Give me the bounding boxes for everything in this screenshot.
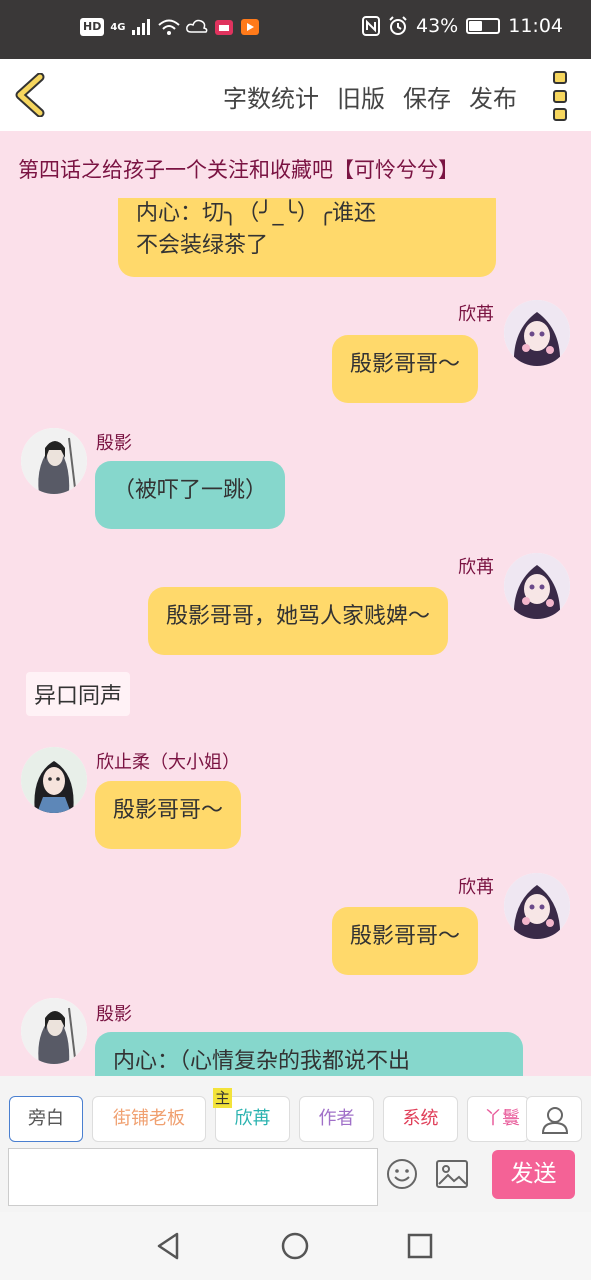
signal-icon <box>131 19 150 35</box>
character-manager-button[interactable] <box>526 1096 582 1142</box>
chat-area[interactable]: 内心：切╮（╯_╰）╭谁还 不会装绿茶了 欣苒 殷影哥哥～ 殷影 （被吓了一跳）… <box>0 198 591 1076</box>
avatar-xinzhirou[interactable] <box>21 747 87 813</box>
home-nav-icon[interactable] <box>279 1230 311 1262</box>
message-text: 内心：切╮（╯_╰）╭谁还 <box>136 201 376 226</box>
speaker-name: 欣止柔（大小姐） <box>96 752 240 773</box>
speaker-name: 欣苒 <box>458 877 494 898</box>
navigation-bar <box>0 1212 591 1280</box>
role-shop-owner[interactable]: 街铺老板 <box>92 1096 206 1142</box>
video-app-icon <box>240 19 259 35</box>
battery-icon <box>466 18 501 34</box>
message-bubble: 内心：（心情复杂的我都说不出 <box>95 1032 523 1076</box>
send-button[interactable]: 发送 <box>492 1150 575 1199</box>
alarm-icon <box>389 16 407 35</box>
avatar-xinran[interactable] <box>504 300 570 366</box>
message-text: 殷影哥哥～ <box>350 924 461 949</box>
wifi-icon <box>157 19 180 35</box>
speaker-name: 殷影 <box>96 1004 132 1025</box>
nfc-icon <box>362 16 380 36</box>
chapter-title: 第四话之给孩子一个关注和收藏吧【可怜兮兮】 <box>18 158 459 182</box>
avatar-xinran[interactable] <box>504 873 570 939</box>
hd-indicator: HD <box>80 18 105 36</box>
message-input[interactable] <box>8 1148 378 1206</box>
role-xinran[interactable]: 主 欣苒 <box>213 1088 290 1142</box>
status-bar: HD 4G 43% 11:04 <box>0 0 591 59</box>
recents-nav-icon[interactable] <box>404 1230 436 1262</box>
speaker-name: 欣苒 <box>458 557 494 578</box>
speaker-name: 殷影 <box>96 433 132 454</box>
main-character-badge: 主 <box>213 1088 233 1108</box>
message-bubble: 殷影哥哥，她骂人家贱婢～ <box>148 587 449 655</box>
message-text: 殷影哥哥～ <box>350 352 461 377</box>
narration-text: 异口同声 <box>26 672 131 716</box>
speaker-name: 欣苒 <box>458 304 494 325</box>
status-left: HD 4G <box>80 18 260 36</box>
avatar-yinying[interactable] <box>21 428 87 494</box>
toolbar-actions: 字数统计 旧版 保存 发布 <box>223 79 517 114</box>
role-system[interactable]: 系统 <box>383 1096 458 1142</box>
person-icon <box>541 1107 569 1134</box>
message-bubble: 殷影哥哥～ <box>332 335 479 403</box>
emoji-icon[interactable] <box>386 1158 418 1190</box>
status-right: 43% 11:04 <box>362 15 563 37</box>
message-text: 殷影哥哥，她骂人家贱婢～ <box>166 604 431 629</box>
image-icon[interactable] <box>436 1160 468 1188</box>
message-text: 不会装绿茶了 <box>136 233 269 258</box>
old-version-button[interactable]: 旧版 <box>337 79 385 114</box>
message-bubble: （被吓了一跳） <box>95 461 286 529</box>
role-label: 欣苒 <box>234 1108 271 1129</box>
message-bubble: 殷影哥哥～ <box>332 907 479 975</box>
save-button[interactable]: 保存 <box>403 79 451 114</box>
avatar-yinying[interactable] <box>21 998 87 1064</box>
composer: 旁白 街铺老板 主 欣苒 作者 系统 丫鬟 发送 <box>0 1076 591 1212</box>
publish-button[interactable]: 发布 <box>469 79 517 114</box>
message-bubble: 内心：切╮（╯_╰）╭谁还 不会装绿茶了 <box>118 198 496 277</box>
cloud-icon <box>185 19 207 33</box>
message-text: 内心：（心情复杂的我都说不出 <box>113 1049 411 1074</box>
back-nav-icon[interactable] <box>153 1230 185 1262</box>
message-text: 殷影哥哥～ <box>113 798 224 823</box>
role-maid[interactable]: 丫鬟 <box>467 1096 529 1142</box>
message-text: （被吓了一跳） <box>113 478 268 503</box>
network-type: 4G <box>110 21 126 33</box>
word-count-button[interactable]: 字数统计 <box>223 79 319 114</box>
battery-percent: 43% <box>416 15 459 37</box>
role-author[interactable]: 作者 <box>299 1096 374 1142</box>
back-chevron-icon[interactable] <box>12 73 52 117</box>
more-menu-icon[interactable] <box>551 71 569 121</box>
role-narrator[interactable]: 旁白 <box>9 1096 83 1142</box>
role-selector: 旁白 街铺老板 主 欣苒 作者 系统 丫鬟 <box>0 1088 591 1142</box>
avatar-xinran[interactable] <box>504 553 570 619</box>
app-notification-icon <box>214 20 233 35</box>
message-bubble: 殷影哥哥～ <box>95 781 242 849</box>
top-toolbar: 字数统计 旧版 保存 发布 <box>0 59 591 131</box>
clock: 11:04 <box>508 15 563 37</box>
